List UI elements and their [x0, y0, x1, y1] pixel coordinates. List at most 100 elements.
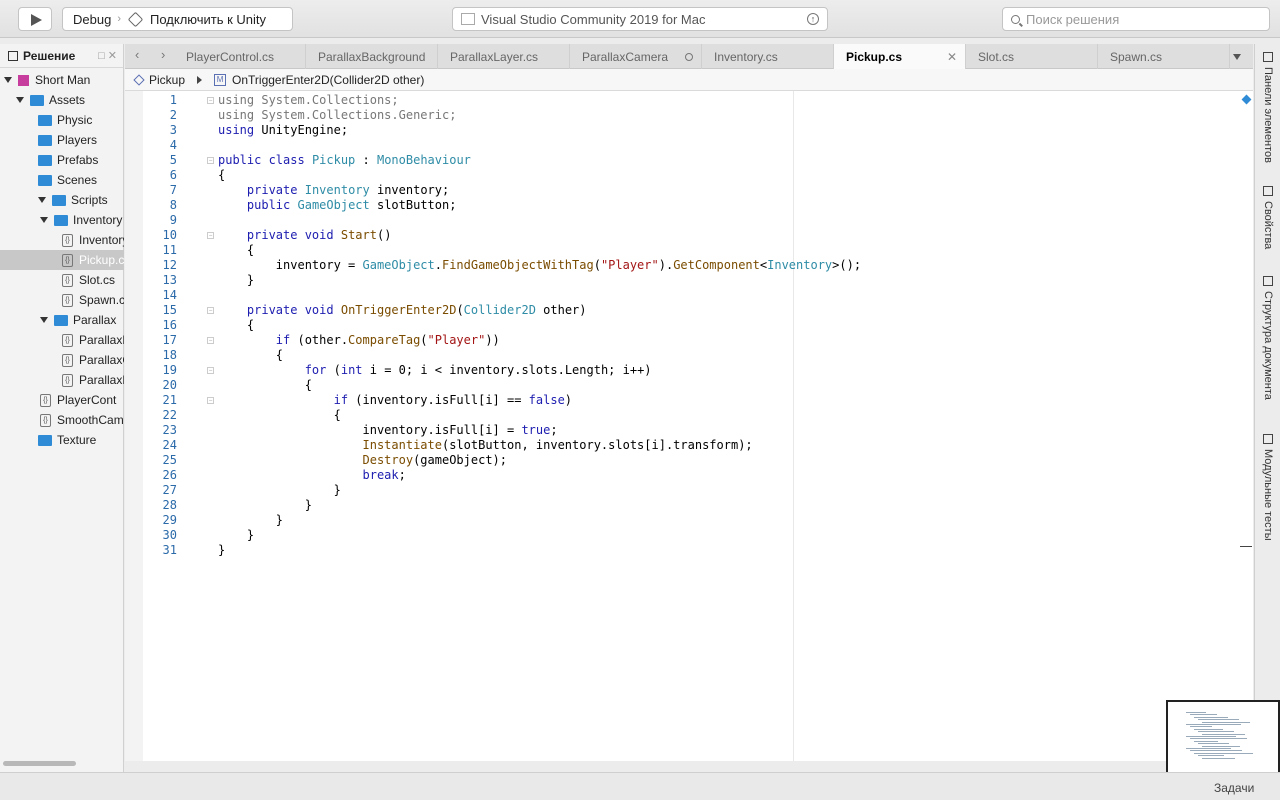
tasks-button[interactable]: Задачи [1214, 781, 1254, 795]
document-tab[interactable]: PlayerControl.cs [174, 44, 306, 69]
code-line[interactable]: 11 { [125, 243, 1253, 258]
code-text[interactable]: } [218, 543, 225, 558]
tree-file[interactable]: {} PlayerCont [0, 390, 124, 410]
code-text[interactable]: { [218, 243, 254, 258]
tree-file[interactable]: {} ParallaxL [0, 370, 124, 390]
code-line[interactable]: 17 − if (other.CompareTag("Player")) [125, 333, 1253, 348]
fold-toggle-icon[interactable]: − [207, 232, 214, 239]
code-text[interactable]: } [218, 528, 254, 543]
side-panel-tab[interactable]: Структура документа [1258, 276, 1278, 400]
code-text[interactable]: } [218, 483, 341, 498]
code-line[interactable]: 5 − public class Pickup : MonoBehaviour [125, 153, 1253, 168]
tree-folder[interactable]: Texture [0, 430, 124, 450]
tree-folder[interactable]: Parallax [0, 310, 124, 330]
tabs-dropdown-icon[interactable] [1233, 54, 1241, 60]
tree-folder[interactable]: Scripts [0, 190, 124, 210]
document-tab[interactable]: Inventory.cs [702, 44, 834, 69]
code-line[interactable]: 16 { [125, 318, 1253, 333]
tree-file[interactable]: {} Pickup.cs [0, 250, 124, 270]
tree-folder[interactable]: Physic [0, 110, 124, 130]
code-text[interactable]: private void OnTriggerEnter2D(Collider2D… [218, 303, 587, 318]
code-text[interactable]: inventory = GameObject.FindGameObjectWit… [218, 258, 861, 273]
fold-toggle-icon[interactable]: − [207, 337, 214, 344]
code-line[interactable]: 23 inventory.isFull[i] = true; [125, 423, 1253, 438]
code-line[interactable]: 31} [125, 543, 1253, 558]
code-line[interactable]: 25 Destroy(gameObject); [125, 453, 1253, 468]
config-label[interactable]: Debug [73, 12, 111, 27]
code-text[interactable]: public class Pickup : MonoBehaviour [218, 153, 471, 168]
code-editor[interactable]: 1− using System.Collections; 2 using System… [125, 91, 1253, 761]
document-tab[interactable]: Spawn.cs [1098, 44, 1230, 69]
disclosure-arrow-icon[interactable] [4, 77, 12, 83]
code-text[interactable]: } [218, 498, 312, 513]
code-line[interactable]: 29 } [125, 513, 1253, 528]
tree-solution[interactable]: Short Man [0, 70, 124, 90]
code-text[interactable]: { [218, 378, 312, 393]
breadcrumb-member[interactable]: OnTriggerEnter2D(Collider2D other) [232, 73, 424, 87]
code-text[interactable]: using System.Collections.Generic; [218, 108, 456, 123]
code-line[interactable]: 26 break; [125, 468, 1253, 483]
fold-toggle-icon[interactable]: − [207, 367, 214, 374]
code-text[interactable]: Destroy(gameObject); [218, 453, 508, 468]
code-text[interactable]: } [218, 273, 254, 288]
modified-dot-icon[interactable] [685, 52, 693, 61]
fold-toggle-icon[interactable]: − [207, 397, 214, 404]
side-panel-tab[interactable]: Панели элементов [1258, 52, 1278, 163]
search-placeholder[interactable]: Поиск решения [1026, 12, 1119, 27]
code-text[interactable]: } [218, 513, 283, 528]
code-text[interactable]: { [218, 348, 283, 363]
document-tab[interactable]: Pickup.cs ✕ [834, 44, 966, 69]
code-text[interactable]: Instantiate(slotButton, inventory.slots[… [218, 438, 753, 453]
code-line[interactable]: 8 public GameObject slotButton; [125, 198, 1253, 213]
code-text[interactable]: private void Start() [218, 228, 392, 243]
tab-prev-icon[interactable]: ‹ [135, 47, 139, 62]
fold-toggle-icon[interactable]: − [207, 307, 214, 314]
solution-search[interactable]: Поиск решения [1002, 7, 1270, 31]
code-text[interactable]: using System.Collections; [218, 93, 399, 108]
horizontal-scrollbar[interactable] [3, 761, 76, 766]
tree-file[interactable]: {} ParallaxB [0, 330, 124, 350]
code-line[interactable]: 1 − using System.Collections; [125, 93, 1253, 108]
fold-toggle-icon[interactable]: − [207, 97, 214, 104]
code-line[interactable]: 21 − if (inventory.isFull[i] == false) [125, 393, 1253, 408]
code-line[interactable]: 3 using UnityEngine; [125, 123, 1253, 138]
tree-file[interactable]: {} ParallaxC [0, 350, 124, 370]
pad-close-icon[interactable]: □ ✕ [98, 49, 117, 62]
code-line[interactable]: 2 using System.Collections.Generic; [125, 108, 1253, 123]
document-tab[interactable]: ParallaxBackground [306, 44, 438, 69]
code-text[interactable]: { [218, 318, 254, 333]
code-line[interactable]: 15 − private void OnTriggerEnter2D(Collid… [125, 303, 1253, 318]
code-line[interactable]: 14 [125, 288, 1253, 303]
code-text[interactable]: if (inventory.isFull[i] == false) [218, 393, 572, 408]
document-tab[interactable]: ParallaxLayer.cs [438, 44, 570, 69]
code-text[interactable]: using UnityEngine; [218, 123, 348, 138]
code-line[interactable]: 10 − private void Start() [125, 228, 1253, 243]
target-label[interactable]: Подключить к Unity [150, 12, 266, 27]
document-tab[interactable]: Slot.cs [966, 44, 1098, 69]
breadcrumb-class[interactable]: Pickup [149, 73, 185, 87]
code-text[interactable]: private Inventory inventory; [218, 183, 449, 198]
tree-folder[interactable]: Players [0, 130, 124, 150]
code-text[interactable]: { [218, 168, 225, 183]
tree-file[interactable]: {} Slot.cs [0, 270, 124, 290]
tree-file[interactable]: {} Inventory [0, 230, 124, 250]
code-text[interactable]: public GameObject slotButton; [218, 198, 457, 213]
side-panel-tab[interactable]: Модульные тесты [1258, 434, 1278, 541]
disclosure-arrow-icon[interactable] [40, 317, 48, 323]
disclosure-arrow-icon[interactable] [40, 217, 48, 223]
code-line[interactable]: 9 [125, 213, 1253, 228]
code-line[interactable]: 24 Instantiate(slotButton, inventory.slo… [125, 438, 1253, 453]
close-icon[interactable]: ✕ [947, 50, 957, 64]
tree-folder[interactable]: Prefabs [0, 150, 124, 170]
code-text[interactable]: { [218, 408, 341, 423]
code-line[interactable]: 7 private Inventory inventory; [125, 183, 1253, 198]
code-line[interactable]: 6{ [125, 168, 1253, 183]
tree-folder[interactable]: Inventory [0, 210, 124, 230]
tab-next-icon[interactable]: › [161, 47, 165, 62]
code-line[interactable]: 27 } [125, 483, 1253, 498]
code-line[interactable]: 4 [125, 138, 1253, 153]
code-line[interactable]: 28 } [125, 498, 1253, 513]
code-line[interactable]: 22 { [125, 408, 1253, 423]
configuration-selector[interactable]: Debug › Подключить к Unity [62, 7, 293, 31]
code-line[interactable]: 12 inventory = GameObject.FindGameObject… [125, 258, 1253, 273]
